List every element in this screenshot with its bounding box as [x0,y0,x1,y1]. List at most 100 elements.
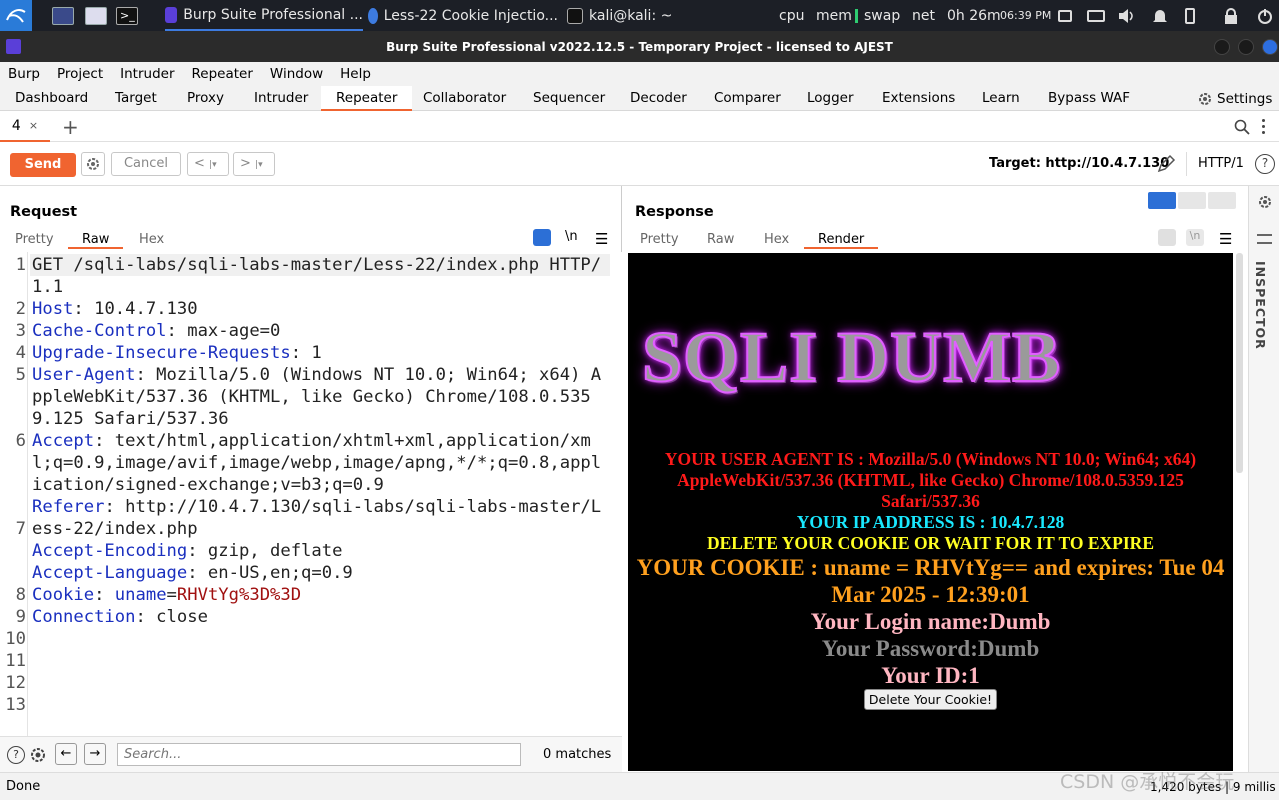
menu-repeater[interactable]: Repeater [192,66,253,82]
line-number: 5 [15,365,26,385]
taskbar-app-terminal[interactable]: kali@kali: ~ [567,0,677,31]
request-code[interactable]: GET /sqli-labs/sqli-labs-master/Less-22/… [32,254,610,672]
history-back-button[interactable]: < |▾ [187,152,229,176]
close-window-button[interactable] [1262,39,1278,55]
files-icon[interactable] [85,0,107,31]
repeater-tab-4[interactable]: 4 × [0,111,50,142]
more-options-icon[interactable] [1262,119,1266,135]
request-line[interactable] [32,650,610,672]
inspector-menu-icon[interactable] [1257,234,1272,244]
newline-toggle[interactable]: \n [565,229,578,244]
close-tab-icon[interactable]: × [29,119,38,132]
help-icon[interactable]: ? [7,746,25,764]
request-line[interactable]: Host: 10.4.7.130 [32,298,610,320]
taskbar-app-burp[interactable]: Burp Suite Professional ... [165,0,363,31]
request-line[interactable] [32,628,610,650]
screen-icon[interactable] [1058,0,1072,31]
volume-icon[interactable] [1118,0,1136,31]
menu-burp[interactable]: Burp [8,66,40,82]
request-line[interactable]: Accept: text/html,application/xhtml+xml,… [32,430,610,496]
chromium-icon [368,7,378,24]
pretty-print-toggle-icon[interactable] [1158,229,1176,246]
newline-toggle[interactable]: \n [1186,229,1204,246]
header-value: : en-US,en;q=0.9 [187,563,353,583]
request-line[interactable]: Accept-Language: en-US,en;q=0.9 [32,562,610,584]
minimize-button[interactable] [1214,39,1230,55]
menu-help[interactable]: Help [340,66,371,82]
keyboard-icon[interactable] [1087,0,1105,31]
tab-logger[interactable]: Logger [807,86,854,111]
search-input[interactable] [117,743,521,766]
request-menu-icon[interactable]: ☰ [595,230,608,248]
terminal-launcher-icon[interactable]: >_ [116,0,138,31]
request-line[interactable]: Connection: close [32,606,610,628]
menu-project[interactable]: Project [57,66,103,82]
lock-icon[interactable] [1224,0,1238,31]
request-view-raw[interactable]: Raw [68,232,124,249]
send-settings-button[interactable] [81,152,105,176]
inspector-toggle[interactable]: INSPECTOR [1253,261,1268,350]
repeater-tabs: 4 × + [0,111,1279,142]
send-button[interactable]: Send [10,153,76,177]
help-icon[interactable]: ? [1255,154,1275,174]
power-icon[interactable] [1257,0,1273,31]
tab-bypass-waf[interactable]: Bypass WAF [1048,86,1130,111]
layout-top-bottom-icon[interactable] [1178,192,1206,209]
response-view-render[interactable]: Render [804,232,879,249]
tab-sequencer[interactable]: Sequencer [533,86,605,111]
response-view-pretty[interactable]: Pretty [640,232,679,247]
tab-decoder[interactable]: Decoder [630,86,687,111]
tab-learn[interactable]: Learn [982,86,1020,111]
menu-window[interactable]: Window [270,66,323,82]
search-next-button[interactable]: → [84,743,106,765]
terminal-icon [567,7,583,24]
history-forward-button[interactable]: > |▾ [233,152,275,176]
request-line[interactable]: Upgrade-Insecure-Requests: 1 [32,342,610,364]
edit-target-pencil-icon[interactable] [1156,154,1176,174]
request-editor[interactable]: 1 2 3 4 5 6 7 8 9 10 11 12 13 GET /sqli-labs/sqli-la… [0,252,622,736]
search-previous-button[interactable]: ← [55,743,77,765]
layout-side-by-side-icon[interactable] [1148,192,1176,209]
notification-bell-icon[interactable] [1152,0,1168,31]
status-text: Done [6,779,41,794]
request-line[interactable]: Referer: http://10.4.7.130/sqli-labs/sql… [32,496,610,540]
password-text: Your Password:Dumb [821,636,1040,661]
response-scrollbar[interactable] [1236,253,1243,473]
layout-tabs-icon[interactable] [1208,192,1236,209]
request-line[interactable]: GET /sqli-labs/sqli-labs-master/Less-22/… [32,254,610,298]
tab-intruder[interactable]: Intruder [254,86,308,111]
tab-repeater[interactable]: Repeater [321,86,413,111]
pretty-print-toggle-icon[interactable] [533,229,551,246]
menu-intruder[interactable]: Intruder [120,66,174,82]
taskbar-app-browser[interactable]: Less-22 Cookie Injectio... [368,0,558,31]
tab-proxy[interactable]: Proxy [187,86,224,111]
response-view-hex[interactable]: Hex [764,232,789,247]
battery-icon[interactable] [1185,0,1195,31]
cancel-button[interactable]: Cancel [111,152,181,176]
request-line[interactable]: User-Agent: Mozilla/5.0 (Windows NT 10.0… [32,364,610,430]
response-menu-icon[interactable]: ☰ [1219,230,1232,248]
workspace-switcher-icon[interactable] [52,0,74,31]
tab-target[interactable]: Target [115,86,157,111]
delete-cookie-button[interactable]: Delete Your Cookie! [864,689,997,710]
tab-comparer[interactable]: Comparer [714,86,781,111]
response-view-raw[interactable]: Raw [707,232,734,247]
request-view-hex[interactable]: Hex [139,232,164,247]
request-view-pretty[interactable]: Pretty [15,232,54,247]
kali-menu-icon[interactable] [0,0,32,31]
http-version-toggle[interactable]: HTTP/1 [1198,156,1244,171]
request-line[interactable]: Cookie: uname=RHVtYg%3D%3D [32,584,610,606]
settings-button[interactable]: Settings [1197,86,1272,111]
gear-icon[interactable] [1257,194,1273,210]
tab-dashboard[interactable]: Dashboard [15,86,88,111]
cookie-text: YOUR COOKIE : uname = RHVtYg== and expir… [636,555,1225,607]
request-line[interactable]: Accept-Encoding: gzip, deflate [32,540,610,562]
search-icon[interactable] [1234,119,1250,135]
request-line[interactable]: Cache-Control: max-age=0 [32,320,610,342]
line-number: 10 [5,629,26,649]
add-tab-button[interactable]: + [62,115,79,139]
maximize-button[interactable] [1238,39,1254,55]
gear-icon[interactable] [28,745,48,765]
tab-extensions[interactable]: Extensions [882,86,955,111]
tab-collaborator[interactable]: Collaborator [423,86,506,111]
